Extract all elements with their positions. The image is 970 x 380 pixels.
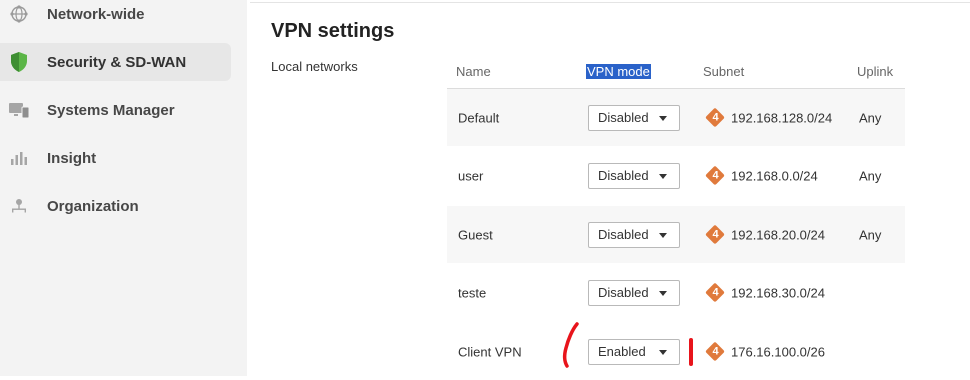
column-header-uplink: Uplink: [857, 64, 894, 79]
uplink-value: Any: [859, 227, 882, 242]
org-icon: [8, 195, 30, 217]
ipv4-badge-icon: 4: [705, 107, 725, 127]
sidebar-item-label: Insight: [47, 149, 97, 167]
globe-icon: [8, 3, 30, 25]
subnet-cell: 4 192.168.30.0/24: [705, 282, 825, 302]
caret-down-icon: [659, 349, 667, 355]
network-name: Default: [458, 110, 500, 125]
subnet-cell: 4 192.168.128.0/24: [705, 107, 833, 127]
column-header-name: Name: [456, 64, 491, 79]
vpn-mode-select[interactable]: Disabled: [588, 279, 680, 306]
network-name: Guest: [458, 227, 493, 242]
table-row: teste Disabled 4 192.168.30.0/24: [447, 264, 905, 321]
subnet-value: 192.168.30.0/24: [731, 285, 825, 300]
subnet-cell: 4 192.168.20.0/24: [705, 224, 825, 244]
ipv4-badge-icon: 4: [705, 282, 725, 302]
sidebar-item-insight[interactable]: Insight: [0, 139, 231, 177]
table-row: user Disabled 4 192.168.0.0/24 Any: [447, 147, 905, 204]
table-row: Client VPN Enabled 4 176.16.100.0/26: [447, 323, 905, 380]
caret-down-icon: [659, 232, 667, 238]
vpn-mode-value: Disabled: [598, 168, 649, 183]
shield-icon: [8, 51, 30, 73]
section-label: Local networks: [271, 59, 358, 74]
vpn-mode-value: Disabled: [598, 227, 649, 242]
subnet-value: 176.16.100.0/26: [731, 344, 825, 359]
devices-icon: [8, 99, 30, 121]
subnet-value: 192.168.128.0/24: [731, 110, 833, 125]
sidebar-item-label: Systems Manager: [47, 101, 175, 119]
ipv4-badge-icon: 4: [705, 165, 725, 185]
vpn-mode-value: Disabled: [598, 285, 649, 300]
caret-down-icon: [659, 173, 667, 179]
sidebar-item-organization[interactable]: Organization: [0, 187, 231, 225]
table-row: Guest Disabled 4 192.168.20.0/24 Any: [447, 206, 905, 263]
subnet-cell: 4 192.168.0.0/24: [705, 165, 818, 185]
network-name: user: [458, 168, 484, 183]
table-row: Default Disabled 4 192.168.128.0/24 Any: [447, 89, 905, 146]
sidebar-item-security-sd-wan[interactable]: Security & SD-WAN: [0, 43, 231, 81]
sidebar-item-label: Security & SD-WAN: [47, 53, 187, 71]
sidebar-item-label: Organization: [47, 197, 139, 215]
ipv4-badge-icon: 4: [705, 224, 725, 244]
divider: [250, 2, 970, 3]
main-content: VPN settings Local networks Name VPN mod…: [247, 0, 970, 376]
vpn-mode-select[interactable]: Disabled: [588, 162, 680, 189]
sidebar-item-label: Network-wide: [47, 5, 145, 23]
bar-chart-icon: [8, 147, 30, 169]
network-name: Client VPN: [458, 344, 522, 359]
column-header-vpn-mode: VPN mode: [586, 64, 651, 79]
uplink-value: Any: [859, 168, 882, 183]
sidebar-item-network-wide[interactable]: Network-wide: [0, 0, 231, 33]
subnet-cell: 4 176.16.100.0/26: [705, 341, 825, 361]
vpn-mode-value: Disabled: [598, 110, 649, 125]
vpn-mode-value: Enabled: [598, 344, 646, 359]
page-title: VPN settings: [271, 20, 395, 42]
subnet-value: 192.168.0.0/24: [731, 168, 818, 183]
vpn-mode-select[interactable]: Disabled: [588, 221, 680, 248]
column-header-subnet: Subnet: [703, 64, 745, 79]
subnet-value: 192.168.20.0/24: [731, 227, 825, 242]
vpn-mode-select[interactable]: Enabled: [588, 338, 680, 365]
vpn-mode-select[interactable]: Disabled: [588, 104, 680, 131]
network-name: teste: [458, 285, 487, 300]
sidebar: Network-wide Security & SD-WAN Systems M…: [0, 0, 247, 376]
caret-down-icon: [659, 290, 667, 296]
ipv4-badge-icon: 4: [705, 341, 725, 361]
caret-down-icon: [659, 115, 667, 121]
sidebar-item-systems-manager[interactable]: Systems Manager: [0, 91, 231, 129]
uplink-value: Any: [859, 110, 882, 125]
